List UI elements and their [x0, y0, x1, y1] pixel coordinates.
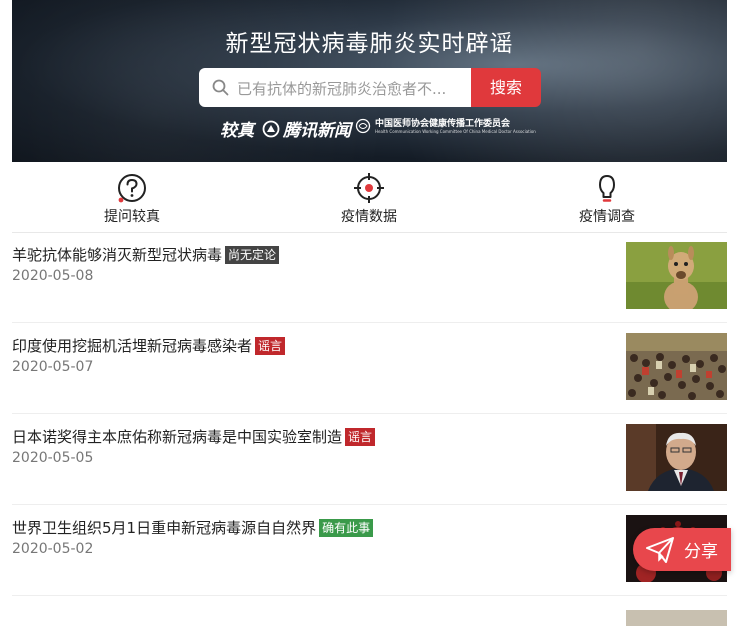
status-badge: 谣言 [345, 428, 376, 446]
share-button[interactable]: 分享 [633, 528, 731, 571]
page-title: 新型冠状病毒肺炎实时辟谣 [225, 31, 514, 57]
item-title: 世界卫生组织5月1日重申新冠病毒源自自然界 [12, 519, 317, 537]
feature-tabs: 提问较真 疫情数据 疫情调查 [12, 162, 727, 233]
question-icon [118, 174, 146, 203]
share-label: 分享 [684, 542, 718, 562]
tencent-news-logo: 腾讯新闻 [262, 116, 351, 141]
list-item[interactable]: 世界卫生组织5月1日重申新冠病毒源自自然界 确有此事 2020-05-02 [12, 505, 727, 596]
list-item[interactable]: 日本诺奖得主本庶佑称新冠病毒是中国实验室制造 谣言 2020-05-05 [12, 414, 727, 505]
search-icon [212, 79, 229, 96]
tencent-news-icon [262, 120, 280, 137]
tab-epidemic-survey[interactable]: 疫情调查 [547, 172, 667, 226]
search-button[interactable]: 搜索 [471, 68, 541, 107]
portrait-thumbnail [626, 424, 727, 491]
item-date: 2020-05-07 [12, 359, 94, 375]
tab-ask[interactable]: 提问较真 [72, 172, 192, 226]
list-item[interactable]: 印度使用挖掘机活埋新冠病毒感染者 谣言 2020-05-07 [12, 323, 727, 414]
item-title: 印度使用挖掘机活埋新冠病毒感染者 [12, 337, 253, 355]
thumbnail [626, 610, 727, 626]
status-badge: 确有此事 [319, 519, 374, 537]
cmda-logo: 中国医师协会健康传播工作委员会 Health Communication Wor… [355, 118, 536, 134]
status-badge: 谣言 [255, 337, 286, 355]
tab-epidemic-data[interactable]: 疫情数据 [309, 172, 429, 226]
list-item[interactable] [12, 596, 727, 626]
search-bar: 已有抗体的新冠肺炎治愈者不... 搜索 [199, 68, 541, 107]
status-badge: 尚无定论 [225, 246, 280, 264]
list-item[interactable]: 羊驼抗体能够消灭新型冠状病毒 尚无定论 2020-05-08 [12, 232, 727, 323]
alpaca-thumbnail [626, 242, 727, 309]
item-title: 羊驼抗体能够消灭新型冠状病毒 [12, 246, 223, 264]
cmda-emblem-icon [355, 118, 371, 134]
hero-banner: 新型冠状病毒肺炎实时辟谣 已有抗体的新冠肺炎治愈者不... 搜索 较真 腾讯新闻 [12, 0, 727, 162]
target-icon [354, 173, 384, 203]
search-placeholder: 已有抗体的新冠肺炎治愈者不... [237, 80, 447, 98]
item-title: 日本诺奖得主本庶佑称新冠病毒是中国实验室制造 [12, 428, 343, 446]
lightbulb-icon [599, 175, 615, 202]
search-input[interactable]: 已有抗体的新冠肺炎治愈者不... [199, 68, 471, 107]
paper-plane-icon [646, 536, 674, 563]
jiaozhen-logo: 较真 [220, 121, 254, 141]
crowd-thumbnail [626, 333, 727, 400]
item-date: 2020-05-08 [12, 268, 94, 284]
item-date: 2020-05-05 [12, 450, 94, 466]
item-date: 2020-05-02 [12, 541, 94, 557]
rumor-list: 羊驼抗体能够消灭新型冠状病毒 尚无定论 2020-05-08 印度使用挖掘机活埋新… [12, 232, 727, 626]
